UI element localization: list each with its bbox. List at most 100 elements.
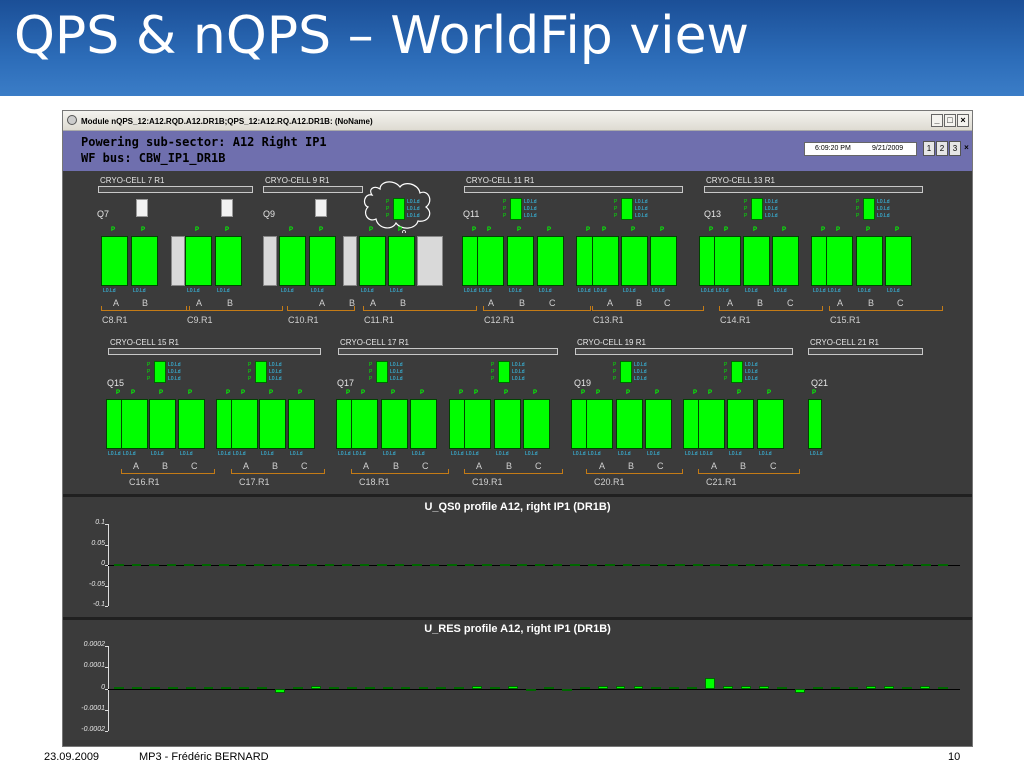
lo-label: L0.Ld [539,288,552,294]
p-label: P [369,362,373,368]
magnet-letter: B [506,461,513,471]
p-label: P [386,213,390,219]
magnet-status-box [393,198,405,220]
data-bar [203,687,214,689]
dipole-magnet [727,399,754,449]
data-bar [885,563,896,566]
data-bar [114,563,124,566]
p-label: P [586,227,591,233]
cryo-cell-bar [704,186,923,193]
p-label: P [487,227,492,233]
page-button-2[interactable]: 2 [936,141,948,156]
cryo-cell-bar [338,348,558,355]
data-bar [543,687,554,689]
p-label: P [369,376,373,382]
magnet-letter: A [607,298,614,308]
page-button-3[interactable]: 3 [949,141,961,156]
magnet-status-box [731,361,743,383]
y-tick [105,709,108,711]
lo-label: L0.Ld [103,288,116,294]
magnet-status-box [510,198,522,220]
header-close-icon[interactable]: × [961,141,972,156]
wf-bus-label: WF bus: CBW_IP1_DR1B [81,151,226,165]
dipole-magnet [621,236,648,286]
minimize-button[interactable]: _ [931,114,943,127]
lo-label: L0.Ld [594,288,607,294]
p-label: P [613,376,617,382]
p-label: P [631,227,636,233]
y-tick-label: 0.0001 [83,662,105,670]
y-tick [105,585,108,587]
data-bar [710,563,721,566]
cryo-cell-bar [108,348,321,355]
p-label: P [744,199,748,205]
page-button-1[interactable]: 1 [923,141,935,156]
close-button[interactable]: × [957,114,969,127]
y-tick [105,731,108,732]
data-bar [239,687,250,689]
quad-label: Q11 [463,209,480,219]
y-tick-label: 0 [101,683,105,691]
window-title: Module nQPS_12:A12.RQD.A12.DR1B;QPS_12:A… [81,117,373,126]
p-label: P [188,390,193,396]
p-label: P [147,362,151,368]
data-bar [848,687,859,689]
worldfip-panel: CRYO-CELL 7 R1 CRYO-CELL 9 R1 CRYO-CELL 11… [63,171,972,746]
halfcell-label: C12.R1 [484,315,515,325]
chart-title-res: U_RES profile A12, right IP1 (DR1B) [424,623,611,635]
data-bar [311,686,321,689]
dipole-magnet [121,399,148,449]
lo-label: L0.Ld [877,213,890,219]
p-label: P [614,199,618,205]
clock-time: 6:09:20 PM [815,145,851,152]
dipole-magnet [263,236,277,286]
y-tick [105,544,108,546]
magnet-status-box [154,361,166,383]
p-label: P [491,376,495,382]
halfcell-bracket [829,306,943,311]
lo-label: L0.Ld [635,199,648,205]
maximize-button[interactable]: □ [944,114,956,127]
app-icon [67,115,77,125]
footer-date: 23.09.2009 [44,751,100,763]
p-label: P [147,376,151,382]
p-label: P [614,206,618,212]
p-label: P [391,390,396,396]
lo-label: L0.Ld [588,451,601,457]
dipole-magnet [698,399,725,449]
p-label: P [602,227,607,233]
data-bar [346,687,357,689]
halfcell-bracket [483,306,591,311]
cryo-cell-label: CRYO-CELL 17 R1 [340,338,409,347]
p-label: P [289,227,294,233]
data-bar [884,686,895,689]
data-bar [359,563,370,566]
data-bar [727,563,738,566]
lo-label: L0.Ld [765,213,778,219]
lo-label: L0.Ld [524,206,537,212]
halfcell-bracket [363,306,477,311]
p-label: P [398,227,403,233]
lo-label: L0.Ld [269,362,282,368]
p-label: P [159,390,164,396]
p-label: P [111,227,116,233]
p-label: P [369,227,374,233]
lo-label: L0.Ld [887,288,900,294]
lo-label: L0.Ld [525,451,538,457]
halfcell-label: C16.R1 [129,477,160,487]
data-bar [850,563,861,566]
data-bar [254,563,264,566]
p-label: P [248,376,252,382]
y-tick-label: -0.05 [89,580,105,588]
data-bar [184,563,194,566]
lo-label: L0.Ld [479,288,492,294]
data-bar [382,687,393,689]
data-bar [131,687,142,689]
data-bar [587,563,598,566]
data-bar [552,563,563,566]
lo-label: L0.Ld [745,288,758,294]
lo-label: L0.Ld [353,451,366,457]
data-bar [201,563,212,566]
magnet-letter: B [519,298,526,308]
magnet-letter: B [162,461,169,471]
